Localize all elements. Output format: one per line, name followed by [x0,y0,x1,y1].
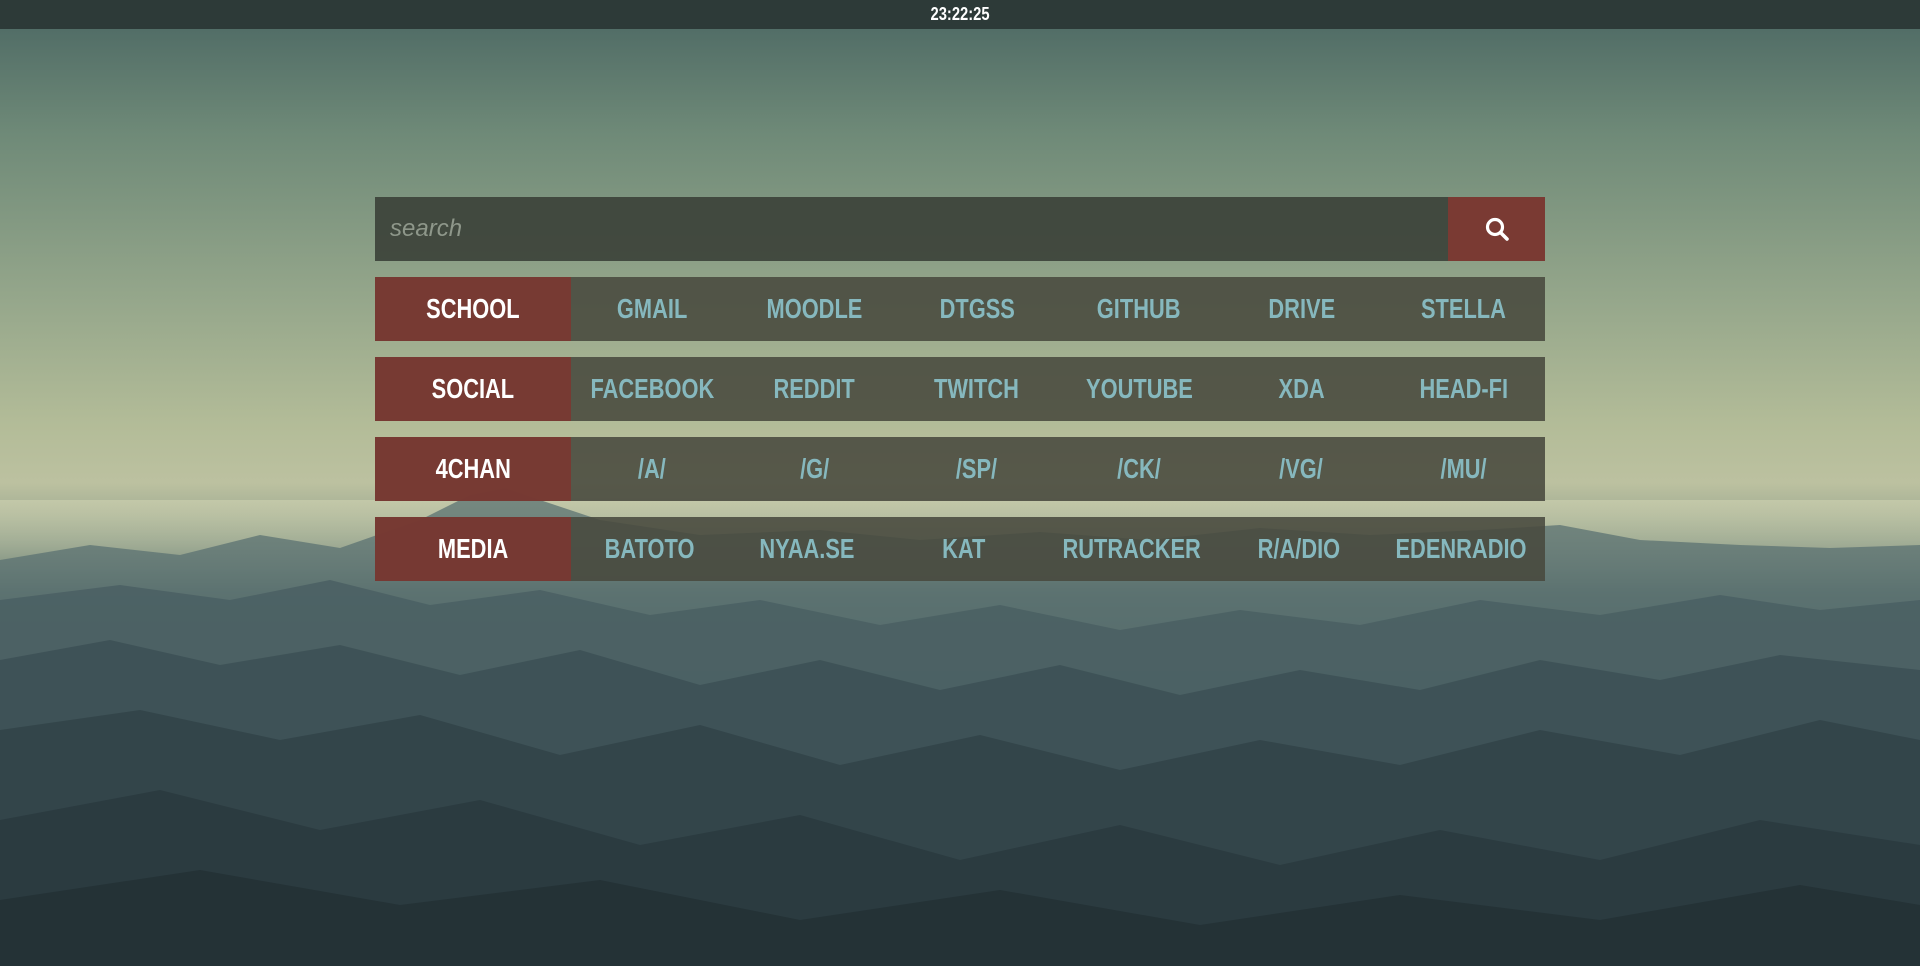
link-list: FACEBOOK REDDIT TWITCH YOUTUBE XDA HEAD-… [571,357,1545,421]
search-icon [1485,217,1509,241]
link-board-a[interactable]: /A/ [571,437,733,501]
link-facebook[interactable]: FACEBOOK [571,357,733,421]
category-label: SCHOOL [375,277,571,341]
link-gmail[interactable]: GMAIL [571,277,733,341]
category-label: SOCIAL [375,357,571,421]
link-drive[interactable]: DRIVE [1220,277,1382,341]
clock: 23:22:25 [930,4,990,24]
link-nyaa[interactable]: NYAA.SE [728,517,885,581]
link-moodle[interactable]: MOODLE [733,277,895,341]
category-label: 4CHAN [375,437,571,501]
link-rutracker[interactable]: RUTRACKER [1043,517,1220,581]
link-radio[interactable]: R/A/DIO [1220,517,1377,581]
link-twitch[interactable]: TWITCH [896,357,1058,421]
link-youtube[interactable]: YOUTUBE [1058,357,1220,421]
link-kat[interactable]: KAT [885,517,1042,581]
link-board-ck[interactable]: /CK/ [1058,437,1220,501]
link-stella[interactable]: STELLA [1383,277,1545,341]
link-xda[interactable]: XDA [1220,357,1382,421]
link-board-mu[interactable]: /MU/ [1383,437,1545,501]
link-board-vg[interactable]: /VG/ [1220,437,1382,501]
link-row-4chan: 4CHAN /A/ /G/ /SP/ /CK/ /VG/ /MU/ [375,437,1545,501]
link-row-media: MEDIA BATOTO NYAA.SE KAT RUTRACKER R/A/D… [375,517,1545,581]
link-board-g[interactable]: /G/ [733,437,895,501]
link-list: BATOTO NYAA.SE KAT RUTRACKER R/A/DIO EDE… [571,517,1545,581]
link-head-fi[interactable]: HEAD-FI [1383,357,1545,421]
link-list: GMAIL MOODLE DTGSS GITHUB DRIVE STELLA [571,277,1545,341]
search-button[interactable] [1448,197,1545,261]
link-board-sp[interactable]: /SP/ [896,437,1058,501]
link-edenradio[interactable]: EDENRADIO [1377,517,1545,581]
link-list: /A/ /G/ /SP/ /CK/ /VG/ /MU/ [571,437,1545,501]
top-bar: 23:22:25 [0,0,1920,29]
search-input[interactable] [375,197,1448,261]
link-reddit[interactable]: REDDIT [733,357,895,421]
link-batoto[interactable]: BATOTO [571,517,728,581]
search-bar [375,197,1545,261]
startpage-panel: SCHOOL GMAIL MOODLE DTGSS GITHUB DRIVE S… [375,197,1545,597]
category-label: MEDIA [375,517,571,581]
link-row-social: SOCIAL FACEBOOK REDDIT TWITCH YOUTUBE XD… [375,357,1545,421]
link-row-school: SCHOOL GMAIL MOODLE DTGSS GITHUB DRIVE S… [375,277,1545,341]
link-github[interactable]: GITHUB [1058,277,1220,341]
link-dtgss[interactable]: DTGSS [896,277,1058,341]
